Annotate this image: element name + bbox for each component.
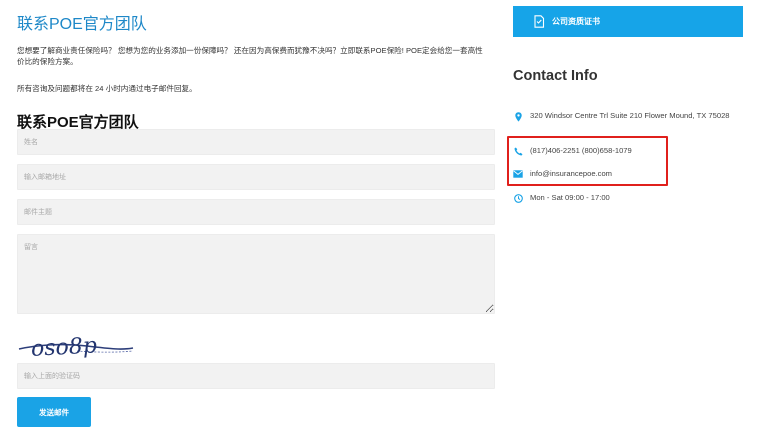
captcha-input[interactable] [17, 363, 495, 389]
intro-text: 您想要了解商业责任保险吗？ 您想为您的业务添加一份保障吗？ 还在因为高保费而犹豫… [17, 46, 483, 66]
hours-text: Mon - Sat 09:00 - 17:00 [530, 193, 610, 202]
captcha-text: oso8p [30, 333, 97, 361]
map-marker-icon [513, 111, 523, 122]
contact-info-title: Contact Info [513, 68, 598, 84]
captcha-image: oso8p [18, 333, 134, 362]
certificate-button-label: 公司资质证书 [552, 17, 600, 26]
certificate-icon [534, 15, 545, 28]
hours-row: Mon - Sat 09:00 - 17:00 [513, 193, 745, 204]
address-row: 320 Windsor Centre Trl Suite 210 Flower … [513, 111, 745, 122]
address-text: 320 Windsor Centre Trl Suite 210 Flower … [530, 111, 730, 120]
clock-icon [513, 193, 523, 203]
message-textarea[interactable] [17, 234, 495, 314]
highlight-box [507, 136, 668, 186]
reply-note: 所有咨询及问题都将在 24 小时内通过电子邮件回复。 [17, 84, 197, 93]
name-input[interactable] [17, 129, 495, 155]
company-certificate-button[interactable]: 公司资质证书 [513, 6, 743, 37]
email-input[interactable] [17, 164, 495, 190]
send-email-button[interactable]: 发送邮件 [17, 397, 91, 427]
page-title: 联系POE官方团队 [17, 16, 147, 33]
subject-input[interactable] [17, 199, 495, 225]
